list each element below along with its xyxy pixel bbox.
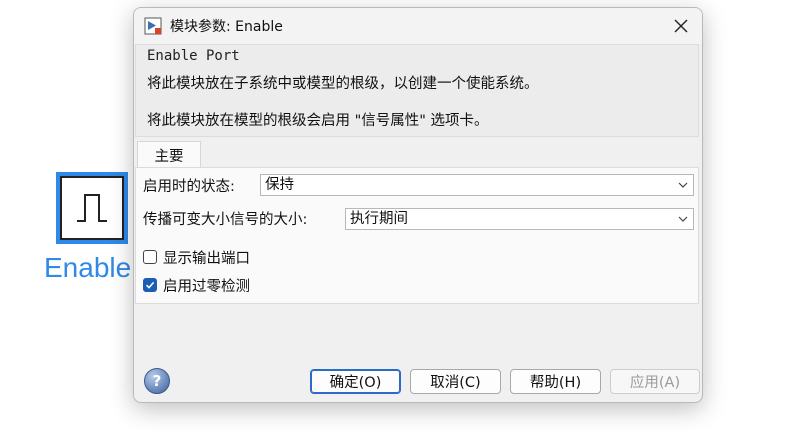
show-output-port-label: 显示输出端口 [163,251,250,267]
propagate-size-select[interactable]: 执行期间 [345,208,694,230]
apply-button[interactable]: 应用(A) [610,369,700,394]
block-parameters-dialog: 模块参数: Enable Enable Port 将此模块放在子系统中或模型的根… [133,7,703,403]
dialog-title: 模块参数: Enable [170,19,283,35]
help-icon[interactable]: ? [144,368,170,394]
cancel-button[interactable]: 取消(C) [410,369,501,394]
show-output-port-checkbox[interactable] [143,250,157,264]
chevron-down-icon [678,216,688,222]
state-select-value: 保持 [265,177,294,193]
propagate-size-label: 传播可变大小信号的大小: [143,212,308,228]
ok-button[interactable]: 确定(O) [310,369,401,394]
close-icon [674,19,688,33]
description-heading: Enable Port [147,48,240,64]
chevron-down-icon [678,182,688,188]
zero-crossing-label: 启用过零检测 [163,279,250,295]
description-group: Enable Port 将此模块放在子系统中或模型的根级，以创建一个使能系统。 … [135,44,699,137]
zero-crossing-checkbox[interactable] [143,278,157,292]
block-label: Enable [44,252,132,283]
propagate-size-select-value: 执行期间 [350,211,408,227]
enable-block[interactable] [56,172,128,244]
simulink-app-icon [144,17,162,35]
enable-block-icon [60,176,124,240]
description-line-2: 将此模块放在模型的根级会启用 "信号属性" 选项卡。 [147,113,489,129]
close-button[interactable] [666,12,696,40]
tab-main[interactable]: 主要 [137,141,201,168]
state-select[interactable]: 保持 [260,174,694,196]
state-label: 启用时的状态: [143,179,235,195]
checkmark-icon [145,281,155,289]
help-button[interactable]: 帮助(H) [510,369,601,394]
description-line-1: 将此模块放在子系统中或模型的根级，以创建一个使能系统。 [147,76,539,92]
titlebar: 模块参数: Enable [134,8,702,44]
main-tab-panel: 启用时的状态: 保持 传播可变大小信号的大小: 执行期间 显示输出端口 启用过零… [135,167,699,304]
